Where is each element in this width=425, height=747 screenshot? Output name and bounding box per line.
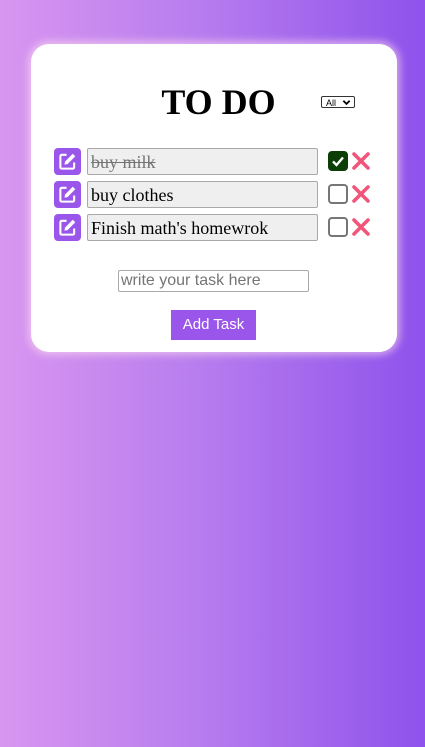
task-text[interactable]: buy milk xyxy=(87,148,318,175)
edit-icon xyxy=(59,219,76,236)
edit-button[interactable] xyxy=(54,148,81,175)
edit-button[interactable] xyxy=(54,214,81,241)
task-row: buy clothes xyxy=(54,181,374,209)
task-checkbox[interactable] xyxy=(328,151,348,171)
edit-icon xyxy=(59,186,76,203)
close-icon[interactable] xyxy=(350,183,372,205)
checkmark-icon xyxy=(332,156,344,167)
task-row: Finish math's homewrok xyxy=(54,214,374,242)
new-task-input[interactable] xyxy=(118,270,309,292)
todo-card: TO DO All buy milk buy clothes Finish ma… xyxy=(31,44,397,352)
task-text[interactable]: Finish math's homewrok xyxy=(87,214,318,241)
chevron-down-icon xyxy=(342,100,351,106)
filter-selected-value: All xyxy=(326,98,337,108)
close-icon[interactable] xyxy=(350,216,372,238)
add-task-button[interactable]: Add Task xyxy=(171,310,256,340)
task-checkbox[interactable] xyxy=(328,217,348,237)
close-icon[interactable] xyxy=(350,150,372,172)
task-checkbox[interactable] xyxy=(328,184,348,204)
task-row: buy milk xyxy=(54,148,374,176)
edit-icon xyxy=(59,153,76,170)
edit-button[interactable] xyxy=(54,181,81,208)
filter-select[interactable]: All xyxy=(321,96,355,108)
task-text[interactable]: buy clothes xyxy=(87,181,318,208)
